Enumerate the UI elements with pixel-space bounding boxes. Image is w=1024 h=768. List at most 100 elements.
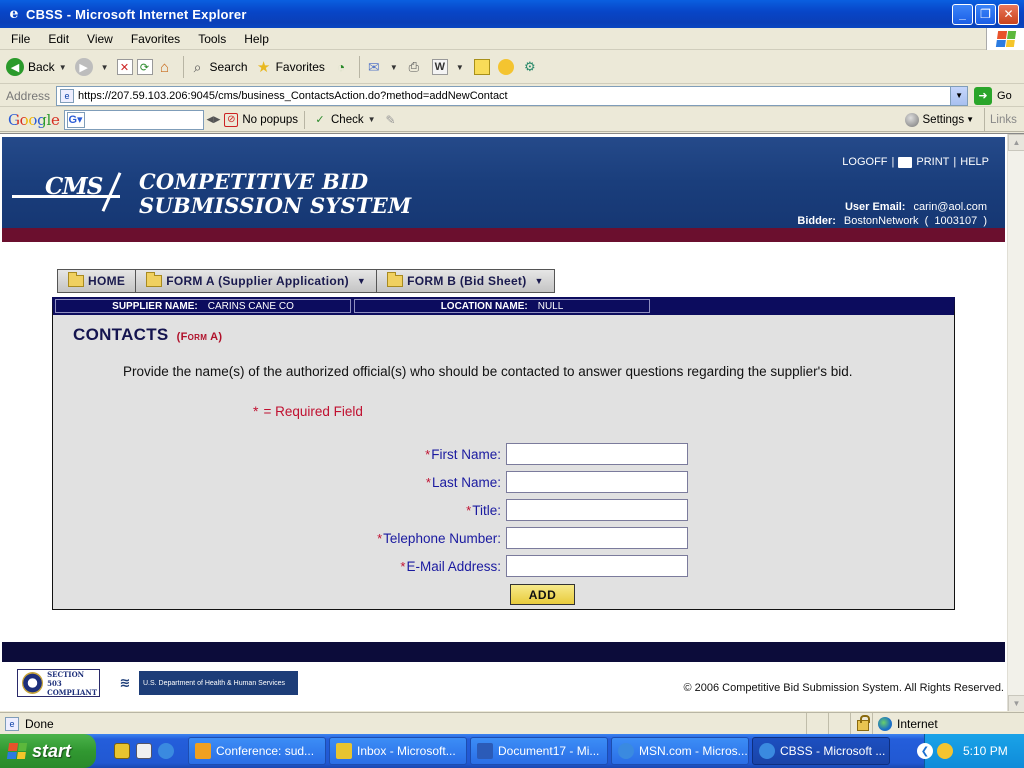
forward-button[interactable]: ▶ ▼ [74, 58, 109, 76]
add-button[interactable]: ADD [510, 584, 575, 605]
outlook-quick-icon[interactable] [114, 743, 130, 759]
location-name-cell: LOCATION NAME: NULL [354, 299, 650, 313]
chevron-down-icon: ▼ [534, 276, 544, 286]
telephone-input[interactable] [506, 527, 688, 549]
task-conference[interactable]: Conference: sud... [188, 737, 326, 765]
task-cbss[interactable]: CBSS - Microsoft ... [752, 737, 890, 765]
logoff-link[interactable]: LOGOFF [842, 156, 887, 168]
links-label: Links [990, 113, 1017, 126]
required-note-text: = Required Field [263, 404, 363, 419]
menu-view[interactable]: View [76, 32, 120, 46]
close-button[interactable]: ✕ [998, 3, 1019, 25]
show-hidden-icons-button[interactable]: ❮ [917, 743, 933, 759]
favorites-button[interactable]: ★ Favorites [256, 59, 325, 76]
nav-home[interactable]: HOME [58, 270, 137, 292]
vertical-scrollbar[interactable]: ▲ ▼ [1007, 134, 1024, 711]
page-status-icon: e [5, 716, 19, 731]
task-inbox[interactable]: Inbox - Microsoft... [329, 737, 467, 765]
start-button[interactable]: start [0, 734, 96, 768]
windows-logo-icon [986, 28, 1024, 50]
maximize-button[interactable]: ❐ [975, 3, 996, 25]
clock[interactable]: 5:10 PM [963, 744, 1008, 758]
menu-tools[interactable]: Tools [187, 32, 233, 46]
internet-zone-icon [878, 717, 892, 731]
windows-taskbar: start Conference: sud... Inbox - Microso… [0, 734, 1024, 768]
standard-toolbar: ◀ Back ▼ ▶ ▼ ✕ ⟳ ⌂ ⌕ Search ★ Favorites … [0, 51, 1024, 84]
autofill-icon[interactable]: ✎ [386, 113, 396, 127]
word-edit-icon[interactable]: W [431, 59, 448, 75]
status-security-cell [850, 713, 872, 735]
conference-icon [195, 743, 211, 759]
messenger-icon[interactable] [497, 59, 514, 75]
ie-quick-icon[interactable] [158, 743, 174, 759]
printer-icon[interactable] [898, 156, 913, 168]
back-dropdown-icon[interactable]: ▼ [59, 63, 67, 72]
nav-form-b[interactable]: FORM B (Bid Sheet) ▼ [377, 270, 554, 292]
header-links: LOGOFF | PRINT | HELP [842, 156, 989, 168]
first-name-input[interactable] [506, 443, 688, 465]
mail-icon[interactable]: ✉ [366, 59, 382, 75]
nav-form-a[interactable]: FORM A (Supplier Application) ▼ [136, 270, 378, 292]
required-marker: * [377, 530, 383, 546]
print-link[interactable]: PRINT [916, 156, 949, 168]
menu-file[interactable]: File [0, 32, 37, 46]
google-search-arrow-icon[interactable]: ◀▶ [207, 114, 221, 125]
settings-button[interactable]: Settings ▼ [904, 112, 974, 127]
menu-help[interactable]: Help [233, 32, 276, 46]
window-title: CBSS - Microsoft Internet Explorer [26, 6, 247, 22]
print-icon[interactable]: ⎙ [406, 59, 422, 75]
menu-edit[interactable]: Edit [37, 32, 76, 46]
history-icon[interactable]: ◔ [333, 59, 349, 75]
mail-dropdown-icon[interactable]: ▼ [390, 63, 398, 72]
scroll-down-icon[interactable]: ▼ [1008, 695, 1024, 711]
lock-icon[interactable] [857, 715, 870, 731]
address-input[interactable]: e https://207.59.103.206:9045/cms/busine… [56, 85, 969, 106]
email-row: *E-Mail Address: [300, 555, 688, 577]
stop-icon[interactable]: ✕ [116, 59, 133, 75]
required-marker: * [425, 446, 431, 462]
ie-icon [618, 743, 634, 759]
hhs-logo[interactable]: ≋ U.S. Department of Health & Human Serv… [111, 671, 298, 695]
footer-bar [2, 642, 1005, 662]
back-button[interactable]: ◀ Back ▼ [6, 58, 67, 76]
minimize-button[interactable]: _ [952, 3, 973, 25]
edit-dropdown-icon[interactable]: ▼ [456, 63, 464, 72]
page-title: CONTACTS (Form A) [73, 325, 222, 345]
menu-favorites[interactable]: Favorites [120, 32, 187, 46]
scroll-up-icon[interactable]: ▲ [1008, 134, 1024, 151]
research-icon[interactable]: ⚙ [522, 59, 538, 75]
task-document[interactable]: Document17 - Mi... [470, 737, 608, 765]
search-button[interactable]: ⌕ Search [190, 59, 248, 75]
popup-blocker-button[interactable]: ⊘ No popups [224, 112, 298, 127]
toolbar-divider [358, 56, 360, 78]
section-503-badge[interactable]: SECTION 503 COMPLIANT [17, 669, 100, 697]
home-icon[interactable]: ⌂ [157, 59, 173, 76]
status-empty-cell [806, 713, 828, 735]
email-input[interactable] [506, 555, 688, 577]
google-search-field[interactable]: G▾ [63, 109, 204, 130]
last-name-row: *Last Name: [300, 471, 688, 493]
address-dropdown-icon[interactable]: ▼ [950, 86, 968, 105]
help-link[interactable]: HELP [960, 156, 989, 168]
check-label: Check [331, 113, 364, 126]
ie-icon: e [9, 6, 19, 22]
task-msn[interactable]: MSN.com - Micros... [611, 737, 749, 765]
go-button[interactable]: ➜ Go [974, 86, 1012, 105]
messenger-tray-icon[interactable] [937, 743, 953, 759]
google-g-icon[interactable]: G▾ [66, 111, 85, 128]
forward-dropdown-icon[interactable]: ▼ [101, 63, 109, 72]
last-name-input[interactable] [506, 471, 688, 493]
spell-check-button[interactable]: ✓ Check ▼ [313, 113, 375, 127]
refresh-icon[interactable]: ⟳ [136, 59, 153, 75]
bidder-label: Bidder: [797, 215, 836, 227]
links-button[interactable]: Links [984, 107, 1024, 132]
google-logo[interactable]: Google [8, 111, 60, 129]
title-input[interactable] [506, 499, 688, 521]
desktop-quick-icon[interactable] [136, 743, 152, 759]
user-email: carin@aol.com [913, 201, 987, 213]
hhs-eagle-icon: ≋ [111, 671, 139, 695]
section-503-text: SECTION 503 COMPLIANT [47, 670, 99, 697]
discuss-icon[interactable] [473, 59, 490, 75]
last-name-label: *Last Name: [426, 475, 501, 490]
required-field-note: * = Required Field [253, 403, 363, 419]
